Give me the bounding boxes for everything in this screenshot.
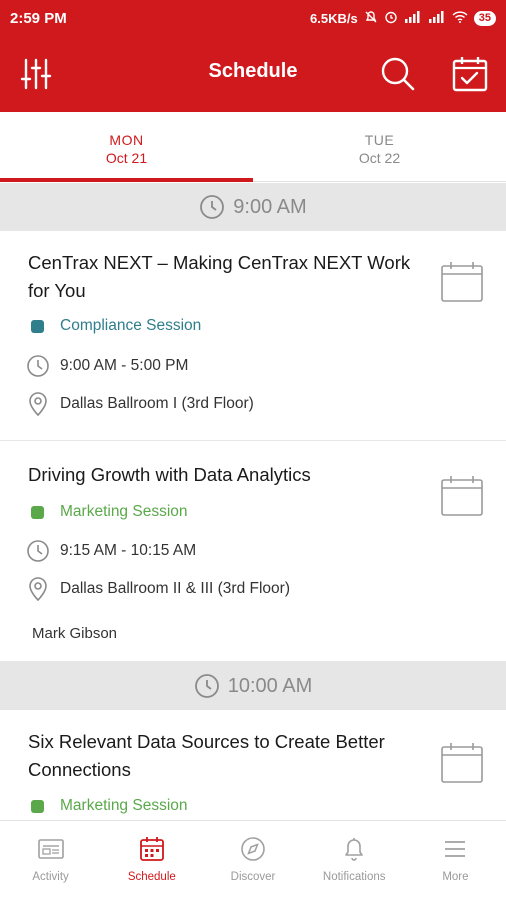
time-slot-header: 10:00 AM — [0, 662, 506, 710]
track-color-swatch — [31, 799, 44, 813]
wifi-icon — [452, 10, 468, 26]
day-tabs: MON Oct 21 TUE Oct 22 — [0, 112, 506, 182]
tab-monday[interactable]: MON Oct 21 — [0, 112, 253, 182]
time-slot-label: 10:00 AM — [227, 674, 313, 697]
session-card[interactable]: Six Relevant Data Sources to Create Bett… — [0, 710, 506, 822]
schedule-icon — [139, 835, 165, 863]
my-schedule-button[interactable] — [450, 54, 490, 94]
calendar-icon — [441, 476, 483, 516]
battery-indicator: 35 — [473, 10, 496, 26]
search-button[interactable] — [378, 54, 418, 94]
add-to-schedule-button[interactable] — [440, 475, 484, 517]
location-pin-icon — [26, 577, 50, 602]
session-title: Driving Growth with Data Analytics — [28, 464, 311, 485]
session-location-label: Dallas Ballroom I (3rd Floor) — [60, 395, 254, 412]
session-time-label: 9:15 AM - 10:15 AM — [60, 542, 197, 559]
signal-icon — [404, 10, 422, 26]
status-bar: 2:59 PM 6.5KB/s 35 — [0, 0, 506, 36]
track-label: Compliance Session — [60, 317, 202, 334]
clock-icon — [194, 674, 219, 698]
time-slot-header: 9:00 AM — [0, 183, 506, 231]
nav-discover[interactable]: Discover — [202, 821, 303, 900]
nav-label: Notifications — [322, 871, 386, 883]
nav-label: More — [442, 871, 469, 883]
clock-icon — [26, 539, 50, 563]
nav-label: Schedule — [127, 871, 176, 883]
tab-tuesday[interactable]: TUE Oct 22 — [253, 112, 506, 181]
session-location: Dallas Ballroom I (3rd Floor) — [26, 392, 254, 417]
session-title: CenTrax NEXT – Making CenTrax NEXT Work … — [28, 252, 411, 301]
track-label: Marketing Session — [60, 797, 188, 814]
session-location: Dallas Ballroom II & III (3rd Floor) — [26, 577, 290, 602]
time-slot-label: 9:00 AM — [233, 195, 307, 218]
calendar-icon — [441, 262, 483, 302]
menu-icon — [442, 835, 468, 863]
mute-icon — [364, 10, 378, 27]
tab-day: MON — [109, 132, 144, 148]
track-label: Marketing Session — [60, 503, 188, 520]
clock-icon — [26, 354, 50, 378]
track-color-swatch — [31, 505, 44, 519]
tab-date: Oct 21 — [105, 150, 148, 166]
add-to-schedule-button[interactable] — [440, 261, 484, 303]
session-location-label: Dallas Ballroom II & III (3rd Floor) — [60, 580, 290, 597]
nav-more[interactable]: More — [405, 821, 506, 900]
alarm-icon — [384, 10, 398, 27]
nav-notifications[interactable]: Notifications — [304, 821, 405, 900]
location-pin-icon — [26, 392, 50, 417]
network-speed: 6.5KB/s — [310, 10, 358, 26]
add-to-schedule-button[interactable] — [440, 742, 484, 784]
search-icon — [381, 57, 415, 91]
signal-icon-2 — [428, 10, 446, 26]
app-bar: Schedule — [0, 36, 506, 112]
clock-icon — [200, 195, 225, 219]
tab-date: Oct 22 — [358, 150, 401, 166]
tab-day: TUE — [364, 132, 395, 148]
session-track: Compliance Session — [26, 317, 201, 335]
status-indicators: 6.5KB/s 35 — [310, 10, 496, 27]
nav-label: Discover — [230, 871, 276, 883]
session-card[interactable]: CenTrax NEXT – Making CenTrax NEXT Work … — [0, 231, 506, 441]
session-track: Marketing Session — [26, 503, 188, 521]
activity-icon — [37, 835, 65, 863]
session-track: Marketing Session — [26, 797, 188, 815]
nav-schedule[interactable]: Schedule — [101, 821, 202, 900]
page-title: Schedule — [208, 60, 298, 82]
calendar-check-icon — [452, 57, 488, 92]
session-title: Six Relevant Data Sources to Create Bett… — [28, 731, 385, 780]
nav-label: Activity — [32, 871, 69, 883]
session-card[interactable]: Driving Growth with Data Analytics Marke… — [0, 441, 506, 662]
calendar-icon — [441, 743, 483, 783]
bell-icon — [342, 835, 366, 863]
status-time: 2:59 PM — [10, 9, 67, 27]
compass-icon — [240, 835, 266, 863]
nav-activity[interactable]: Activity — [0, 821, 101, 900]
session-time: 9:00 AM - 5:00 PM — [26, 354, 188, 378]
bottom-navigation: Activity Schedule Discover Notifications… — [0, 820, 506, 900]
session-time: 9:15 AM - 10:15 AM — [26, 539, 196, 563]
session-speaker[interactable]: Mark Gibson — [32, 625, 117, 642]
track-color-swatch — [31, 319, 44, 333]
session-time-label: 9:00 AM - 5:00 PM — [60, 357, 189, 374]
